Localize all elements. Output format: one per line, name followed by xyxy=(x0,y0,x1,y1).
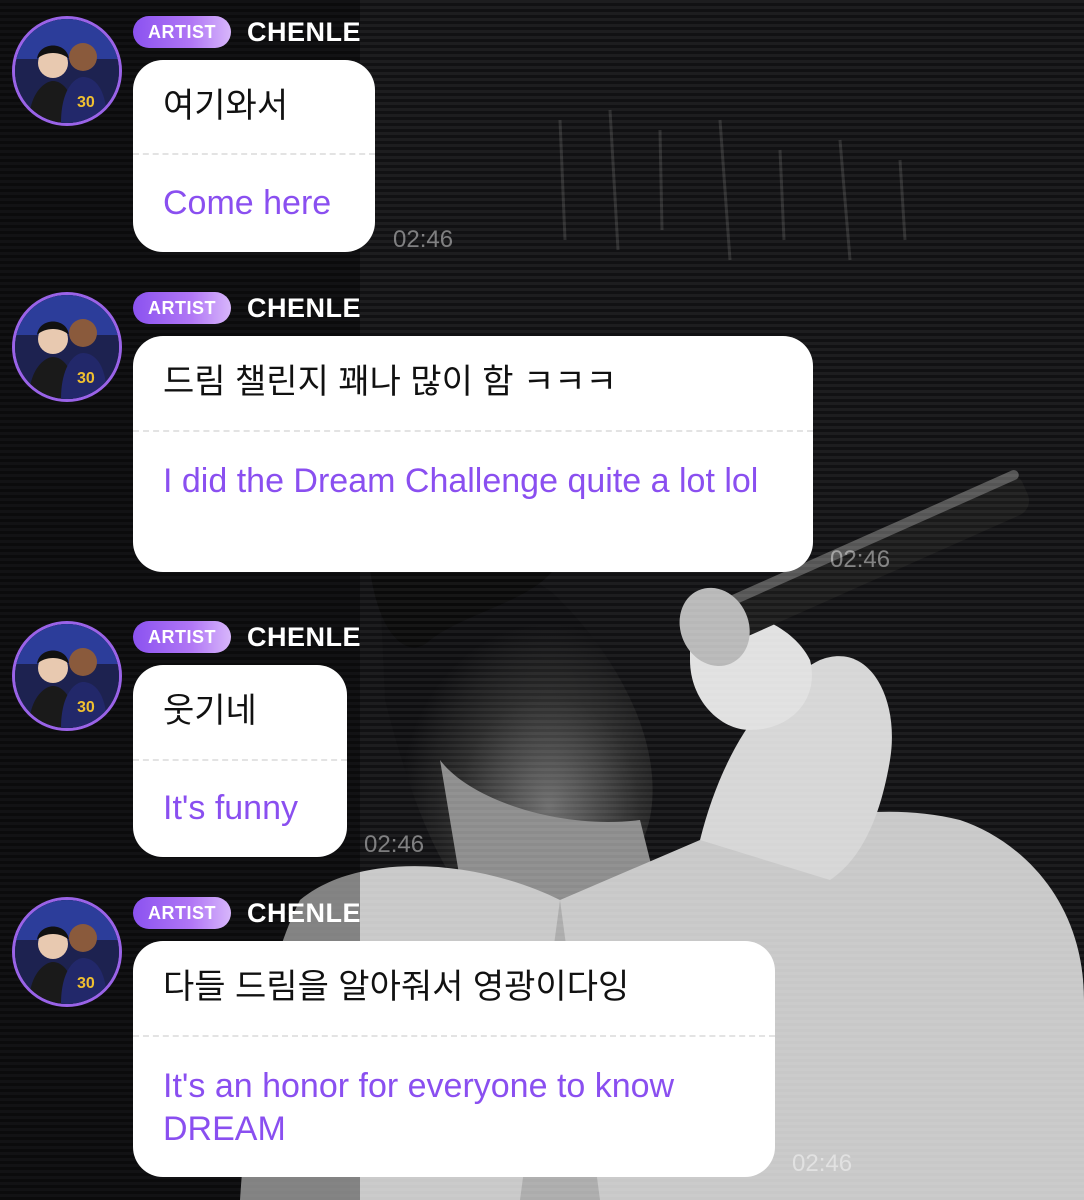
original-text: 여기와서 xyxy=(163,87,289,125)
divider xyxy=(133,1035,775,1037)
original-text: 드림 챌린지 꽤나 많이 함 ㅋㅋㅋ xyxy=(163,363,617,401)
avatar[interactable]: 30 xyxy=(12,292,122,402)
divider xyxy=(133,430,813,432)
translated-text: Come here xyxy=(163,184,332,222)
avatar[interactable]: 30 xyxy=(12,897,122,1007)
avatar[interactable]: 30 xyxy=(12,16,122,126)
original-text: 다들 드림을 알아줘서 영광이다잉 xyxy=(163,968,630,1006)
svg-text:30: 30 xyxy=(77,699,95,716)
artist-badge: ARTIST xyxy=(133,897,231,929)
message-bubble[interactable]: 웃기네 It's funny xyxy=(133,665,347,857)
profile-photo-icon: 30 xyxy=(15,19,119,123)
sender-name: CHENLE xyxy=(247,622,362,652)
artist-badge: ARTIST xyxy=(133,292,231,324)
svg-text:30: 30 xyxy=(77,370,95,387)
sender-name: CHENLE xyxy=(247,898,362,928)
artist-badge: ARTIST xyxy=(133,16,231,48)
profile-photo-icon: 30 xyxy=(15,624,119,728)
translated-text: It's an honor for everyone to know DREAM xyxy=(163,1067,675,1148)
profile-photo-icon: 30 xyxy=(15,295,119,399)
sender-name: CHENLE xyxy=(247,293,362,323)
original-text: 웃기네 xyxy=(163,692,257,730)
divider xyxy=(133,759,347,761)
message-bubble[interactable]: 다들 드림을 알아줘서 영광이다잉 It's an honor for ever… xyxy=(133,941,775,1177)
profile-photo-icon: 30 xyxy=(15,900,119,1004)
message-bubble[interactable]: 드림 챌린지 꽤나 많이 함 ㅋㅋㅋ I did the Dream Chall… xyxy=(133,336,813,572)
divider xyxy=(133,153,375,155)
translated-text: It's funny xyxy=(163,789,299,827)
artist-badge: ARTIST xyxy=(133,621,231,653)
avatar[interactable]: 30 xyxy=(12,621,122,731)
sender-name: CHENLE xyxy=(247,17,362,47)
svg-text:30: 30 xyxy=(77,94,95,111)
message-bubble[interactable]: 여기와서 Come here xyxy=(133,60,375,252)
timestamp: 02:46 xyxy=(792,1150,853,1177)
timestamp: 02:46 xyxy=(830,546,891,573)
timestamp: 02:46 xyxy=(364,831,425,858)
translated-text: I did the Dream Challenge quite a lot lo… xyxy=(163,462,759,500)
svg-text:30: 30 xyxy=(77,975,95,992)
timestamp: 02:46 xyxy=(393,226,454,253)
